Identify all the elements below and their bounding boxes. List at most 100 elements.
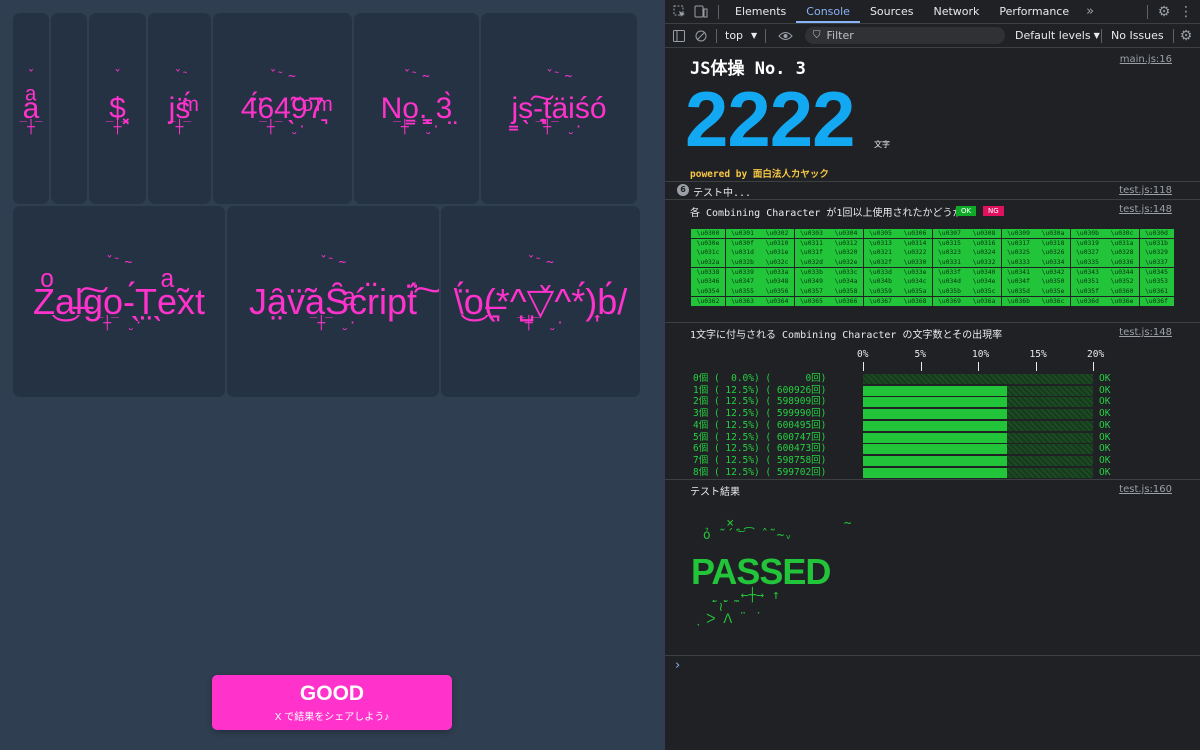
- combining-code-cell: \u0315: [932, 238, 967, 248]
- combining-code-cell: \u0340: [967, 267, 1001, 277]
- tab-sources[interactable]: Sources: [860, 0, 924, 23]
- histogram-bar-track: [863, 420, 1093, 431]
- combining-code-cell: \u0348: [760, 277, 794, 287]
- histogram-bar: [863, 409, 1007, 420]
- source-link-test-148b[interactable]: test.js:148: [1119, 327, 1172, 338]
- tab-console[interactable]: Console: [796, 0, 860, 23]
- console-settings-icon[interactable]: ⚙: [1175, 25, 1197, 47]
- combining-code-cell: \u0360: [1105, 287, 1139, 297]
- context-selector[interactable]: top ▼: [725, 29, 757, 42]
- combining-code-cell: \u036f: [1139, 296, 1174, 306]
- histogram-row-status: OK: [1099, 373, 1111, 384]
- tab-network[interactable]: Network: [923, 0, 989, 23]
- histogram-row-status: OK: [1099, 431, 1111, 443]
- clear-console-icon[interactable]: [690, 25, 712, 47]
- combining-code-cell: \u0351: [1070, 277, 1105, 287]
- histogram-row: 1個 ( 12.5%) ( 600926回) OK: [693, 384, 1110, 396]
- device-toolbar-icon[interactable]: [690, 1, 712, 23]
- combining-code-cell: \u033e: [898, 267, 932, 277]
- combining-code-cell: \u0339: [725, 267, 760, 277]
- combining-code-cell: \u0342: [1036, 267, 1070, 277]
- histogram-row-label: 1個 ( 12.5%) ( 600926回): [693, 384, 827, 396]
- combining-code-cell: \u0367: [863, 296, 898, 306]
- char-count-unit: 文字: [874, 140, 890, 149]
- source-link-test-160[interactable]: test.js:160: [1119, 484, 1172, 495]
- combining-code-cell: \u032f: [863, 258, 898, 268]
- combining-code-cell: \u0326: [1036, 248, 1070, 258]
- combining-code-cell: \u034e: [967, 277, 1001, 287]
- more-tabs-icon[interactable]: »: [1079, 1, 1101, 23]
- histogram-row: 6個 ( 12.5%) ( 600473回) OK: [693, 443, 1110, 455]
- zalgo-card: No̳.̖̳ 3̤̀ ‾┼‾ ̮ · ˇ ͂ ~: [354, 13, 479, 204]
- zalgo-text: j̳s̖͠-͉͎täiśó: [511, 91, 607, 125]
- source-link-test-148a[interactable]: test.js:148: [1119, 204, 1172, 215]
- zalgo-text: No̳.̖̳ 3̤̀: [380, 91, 453, 125]
- histogram-row-status: OK: [1099, 384, 1111, 396]
- zalgo-marks-above: ˇ ͂ ~: [545, 69, 573, 84]
- histogram-axis-label: 10%: [972, 349, 990, 360]
- histogram-row-label: 5個 ( 12.5%) ( 600747回): [693, 431, 827, 443]
- combining-code-cell: \u0328: [1105, 248, 1139, 258]
- combining-code-cell: \u0322: [898, 248, 932, 258]
- settings-gear-icon[interactable]: ⚙: [1153, 1, 1175, 23]
- combining-check-text: 各 Combining Character が1回以上使用されたかどうか: [690, 208, 963, 219]
- combining-code-cell: \u030c: [1105, 229, 1139, 239]
- source-link-test-118[interactable]: test.js:118: [1119, 185, 1172, 196]
- combining-code-cell: \u036d: [1070, 296, 1105, 306]
- inspect-element-icon[interactable]: [668, 1, 690, 23]
- combining-code-cell: \u0325: [1001, 248, 1036, 258]
- histogram-row: 0個 ( 0.0%) ( 0回) OK: [693, 373, 1110, 384]
- zalgo-card: j̳s̖͠-͉͎täiśó ‾┼‾ ̮ · ˇ ͂ ~: [481, 13, 637, 204]
- combining-code-cell: \u0304: [829, 229, 863, 239]
- combining-code-cell: \u0301: [725, 229, 760, 239]
- result-text: テスト結果: [690, 487, 740, 498]
- combining-code-cell: \u033c: [829, 267, 863, 277]
- combining-code-cell: \u0330: [898, 258, 932, 268]
- histogram-bar: [863, 432, 1007, 443]
- toolbar-divider-3: [1101, 28, 1102, 43]
- histogram-axis-label: 20%: [1087, 349, 1105, 360]
- console-group-testing[interactable]: 6 テスト中... test.js:118: [665, 182, 1200, 200]
- share-good-button[interactable]: GOOD X で結果をシェアしよう♪: [212, 675, 452, 730]
- log-levels-dropdown[interactable]: Default levels ▼: [1015, 29, 1100, 42]
- combining-code-cell: \u0358: [829, 287, 863, 297]
- zalgo-marks-above: ˇ ͂: [173, 69, 186, 84]
- source-link-main[interactable]: main.js:16: [1120, 54, 1172, 65]
- tab-performance[interactable]: Performance: [989, 0, 1079, 23]
- issues-button[interactable]: No Issues: [1111, 29, 1164, 42]
- console-filter-input[interactable]: ⛉ Filter: [805, 27, 1005, 44]
- combining-code-cell: \u0335: [1070, 258, 1105, 268]
- combining-code-cell: \u0364: [760, 296, 794, 306]
- combining-code-cell: \u0353: [1139, 277, 1174, 287]
- ok-legend-badge: OK: [956, 206, 977, 216]
- combining-code-cell: \u033a: [760, 267, 794, 277]
- zalgo-text: 4̈́64̖̃9ͦ7͉ͫ: [240, 91, 325, 125]
- combining-code-cell: \u0365: [794, 296, 829, 306]
- combining-code-cell: \u031e: [760, 248, 794, 258]
- combining-code-cell: \u030e: [691, 238, 725, 248]
- histogram-bar: [863, 420, 1007, 431]
- tab-elements[interactable]: Elements: [725, 0, 796, 23]
- combining-code-cell: \u0331: [932, 258, 967, 268]
- histogram-row: 7個 ( 12.5%) ( 598758回) OK: [693, 455, 1110, 466]
- good-button-label: GOOD: [299, 681, 365, 705]
- combining-code-cell: \u0369: [932, 296, 967, 306]
- histogram-row: 2個 ( 12.5%) ( 598909回) OK: [693, 396, 1110, 408]
- combining-code-cell: \u0368: [898, 296, 932, 306]
- combining-code-cell: \u030d: [1139, 229, 1174, 239]
- combining-code-cell: \u0361: [1139, 287, 1174, 297]
- combining-code-cell: \u0314: [898, 238, 932, 248]
- zalgo-text: $͓: [109, 91, 126, 125]
- combining-code-cell: \u0307: [932, 229, 967, 239]
- combining-code-cell: \u035e: [1036, 287, 1070, 297]
- live-expression-eye-icon[interactable]: [774, 25, 796, 47]
- console-prompt[interactable]: ›: [675, 658, 680, 673]
- histogram-bar-track: [863, 385, 1093, 396]
- powered-by: powered by 面白法人カヤック: [690, 169, 829, 180]
- sidebar-toggle-icon[interactable]: [668, 25, 690, 47]
- combining-code-cell: \u032a: [691, 258, 725, 268]
- more-options-icon[interactable]: ⋮: [1175, 1, 1197, 23]
- combining-code-cell: \u035a: [898, 287, 932, 297]
- histogram-axis-tick: [920, 362, 922, 371]
- console-message-result: テスト結果 test.js:160 × ~ ỏ ̃ ́ ̑ ͝ ͡ ̂ ̃ ~ᵥ…: [665, 480, 1200, 656]
